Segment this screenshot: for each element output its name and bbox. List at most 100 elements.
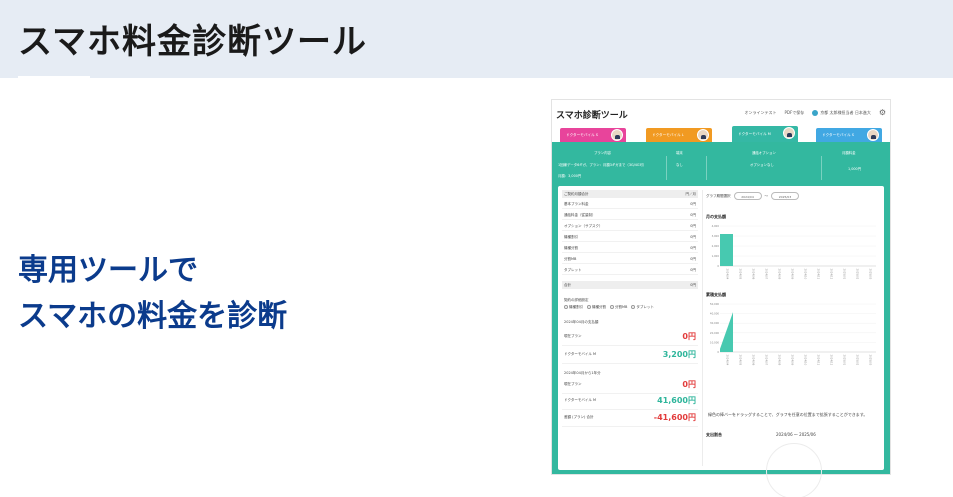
- title-underline: [18, 76, 90, 78]
- current-plan-row: 現在プラン 0円: [562, 328, 698, 346]
- checkbox[interactable]: [610, 305, 614, 309]
- fee-item-value: 0円: [690, 212, 696, 217]
- pane-divider: [702, 190, 703, 466]
- expense-range: 2024/06 〜 2025/06: [776, 432, 816, 437]
- plan-tab-3[interactable]: ドクターモバイル M: [732, 126, 798, 142]
- fee-item-row: 機種分割 0円: [562, 244, 698, 253]
- avatar: [611, 129, 623, 141]
- x-tick-label: 2024/11: [817, 269, 821, 280]
- avatar: [867, 129, 879, 141]
- plan-tab-4[interactable]: ドクターモバイル S: [816, 128, 882, 142]
- fee-item-label: タブレット: [564, 267, 582, 272]
- total-value: 0円: [690, 282, 696, 287]
- plan-tab-1[interactable]: ドクターモバイル S: [560, 128, 626, 142]
- range-selector: グラフ期間選択 2024/04 〜 2025/03: [706, 192, 799, 200]
- checks-title: 契約の詳細設定: [564, 298, 589, 302]
- bar: [720, 234, 733, 266]
- current-plan-value: 0円: [682, 332, 696, 341]
- section-unit: 円／月: [685, 191, 697, 196]
- summary-plan-detail: 1回線データ6ギガ、プラン：月額3ギガまで（3G/4G可）: [558, 163, 647, 167]
- gear-icon[interactable]: ⚙: [879, 109, 886, 117]
- total-header: 合計 0円: [562, 281, 698, 289]
- x-tick-label: 2024/07: [765, 355, 769, 366]
- fee-item-label: 通話料金（従量制）: [564, 212, 596, 217]
- app-nav: オンラインテスト PDFで保存 京都 太郎様担当者 日本進大 ⚙: [744, 109, 886, 117]
- page-title: スマホ料金診断ツール: [18, 22, 367, 62]
- teal-panel: プラン内容 端末 通話オプション 月額料金 1回線データ6ギガ、プラン：月額3ギ…: [552, 142, 890, 497]
- current-plan-value: 0円: [682, 380, 696, 389]
- section-title: ご契約月額合計: [564, 191, 589, 196]
- difference-value: -41,600円: [653, 413, 696, 422]
- pdf-output-link[interactable]: PDFで保存: [784, 110, 804, 116]
- summary-header-price: 月額料金: [842, 151, 856, 155]
- x-tick-label: 2024/07: [765, 269, 769, 280]
- x-tick-label: 2024/10: [804, 269, 808, 280]
- y-tick-label: 20,000: [710, 331, 719, 335]
- plan-tab-label: ドクターモバイル M: [738, 131, 771, 136]
- user-name: 京都 太郎様担当者 日本進大: [820, 110, 871, 115]
- new-plan-value: 3,200円: [662, 350, 696, 359]
- x-tick-label: 2024/06: [752, 269, 756, 280]
- y-tick-label: 0: [717, 264, 719, 268]
- fee-item-value: 0円: [690, 234, 696, 239]
- app-title: スマホ診断ツール: [556, 111, 628, 121]
- summary-device-value: なし: [676, 163, 683, 167]
- range-from-input[interactable]: 2024/04: [733, 192, 762, 200]
- fee-item-row: タブレット 0円: [562, 266, 698, 275]
- charts-pane: グラフ期間選択 2024/04 〜 2025/03 月の支払額 0 1,000 2,…: [706, 190, 882, 497]
- x-tick-label: 2025/02: [856, 355, 860, 366]
- range-to-input[interactable]: 2025/03: [771, 192, 799, 200]
- x-tick-label: 2024/10: [804, 355, 808, 366]
- new-plan-row: ドクターモバイル M 3,200円: [562, 346, 698, 364]
- plan-tab-label: ドクターモバイル S: [822, 132, 855, 137]
- user-menu[interactable]: 京都 太郎様担当者 日本進大: [812, 110, 871, 116]
- summary-divider: [666, 156, 667, 180]
- checkbox[interactable]: [564, 305, 568, 309]
- x-tick-label: 2024/11: [817, 355, 821, 366]
- new-plan-value: 41,600円: [657, 396, 696, 405]
- check-option[interactable]: 機種分割: [587, 305, 606, 310]
- monthly-chart: 0 1,000 2,000 3,000 4,000 2024/04 2024/05 2024/…: [712, 224, 876, 280]
- plan-tab-2[interactable]: ドクターモバイル L: [646, 128, 712, 142]
- page-header: スマホ料金診断ツール: [0, 0, 953, 78]
- expense-title: 支出割合: [706, 432, 722, 437]
- fee-item-row: 機種割引 0円: [562, 233, 698, 242]
- x-tick-label: 2024/05: [739, 355, 743, 366]
- avatar: [697, 129, 709, 141]
- x-tick-label: 2024/09: [791, 269, 795, 280]
- x-tick-label: 2024/05: [739, 269, 743, 280]
- summary-divider: [706, 156, 707, 180]
- check-option[interactable]: 機種割引: [564, 305, 583, 310]
- x-tick-label: 2024/12: [830, 269, 834, 280]
- fee-item-row: オプション（サブスク） 0円: [562, 222, 698, 231]
- fee-item-value: 0円: [690, 245, 696, 250]
- fee-breakdown: ご契約月額合計 円／月 基本プラン料金 0円 通話料金（従量制） 0円 オプション（サブ…: [562, 190, 698, 466]
- y-tick-label: 1,000: [712, 254, 720, 258]
- section-header: ご契約月額合計 円／月: [562, 190, 698, 198]
- content-card: ご契約月額合計 円／月 基本プラン料金 0円 通話料金（従量制） 0円 オプション（サブ…: [558, 186, 884, 497]
- fee-item-value: 0円: [690, 256, 696, 261]
- y-tick-label: 3,000: [712, 234, 720, 238]
- y-tick-label: 2,000: [712, 244, 720, 248]
- tagline: 専用ツールで スマホの料金を診断: [18, 248, 287, 340]
- checkbox[interactable]: [631, 305, 636, 309]
- check-option[interactable]: タブレット: [631, 305, 654, 310]
- summary-monthly: 月額：3,000円: [558, 174, 582, 178]
- fee-item-label: 機種分割: [564, 245, 578, 250]
- expense-pie: [766, 443, 822, 497]
- y-tick-label: 30,000: [710, 321, 719, 325]
- plan-summary: プラン内容 端末 通話オプション 月額料金 1回線データ6ギガ、プラン：月額3ギ…: [556, 146, 886, 180]
- x-tick-label: 2025/01: [843, 355, 847, 366]
- x-tick-label: 2024/08: [778, 269, 782, 280]
- x-tick-label: 2025/03: [869, 269, 873, 280]
- summary-price-value: 1,000円: [848, 167, 862, 171]
- total-title: 合計: [564, 282, 571, 287]
- tagline-line1: 専用ツールで: [18, 253, 198, 288]
- plan-tab-label: ドクターモバイル L: [652, 132, 684, 137]
- checkbox[interactable]: [587, 305, 591, 309]
- online-test-link[interactable]: オンラインテスト: [744, 110, 776, 116]
- new-plan-row: ドクターモバイル M 41,600円: [562, 392, 698, 410]
- check-option[interactable]: 分割MB: [610, 305, 627, 310]
- fee-item-row: 分割MB 0円: [562, 255, 698, 264]
- summary-option-value: オプションなし: [750, 163, 774, 167]
